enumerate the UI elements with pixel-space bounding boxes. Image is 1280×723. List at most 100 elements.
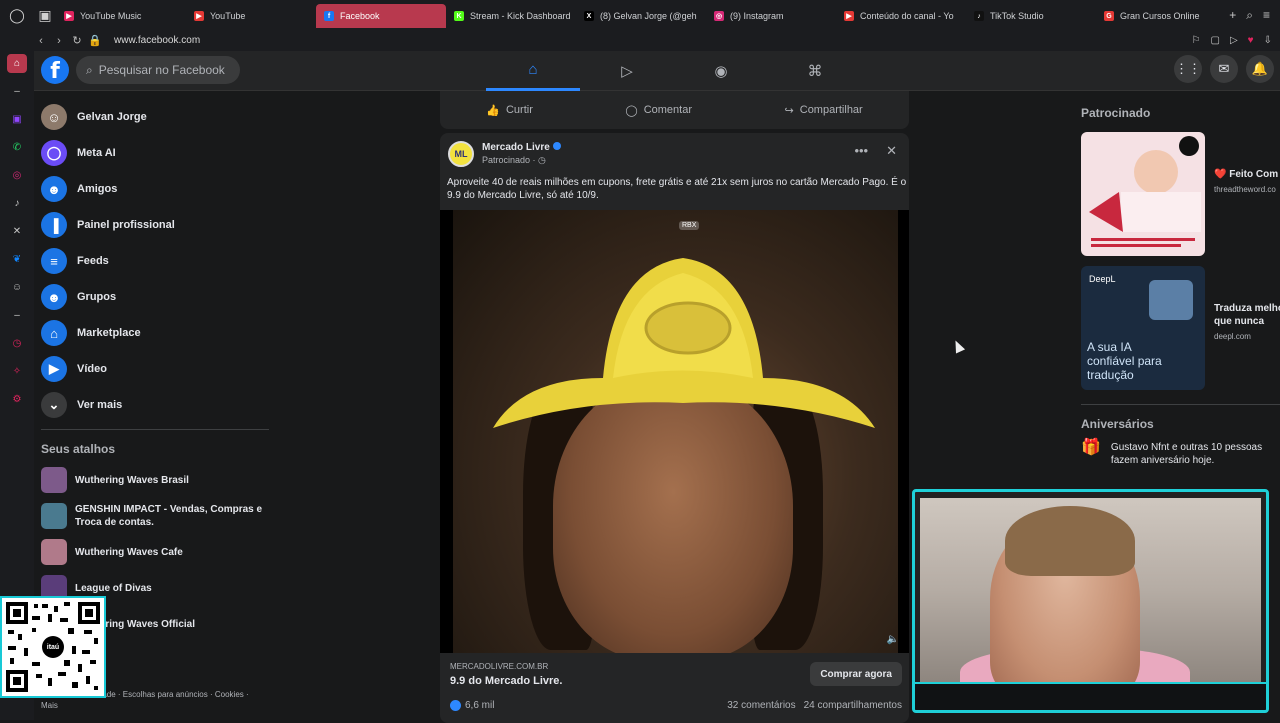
facebook-logo[interactable]: f [41, 56, 69, 84]
comment-button[interactable]: ◯ Comentar [625, 104, 692, 117]
sidebar-item-label: Vídeo [77, 363, 107, 375]
sidebar-item[interactable]: ▐ Painel profissional [34, 207, 274, 243]
url-field[interactable]: www.facebook.com [114, 35, 200, 46]
shortcut-label: League of Divas [75, 582, 152, 594]
shortcut-label: Wuthering Waves Brasil [75, 474, 189, 486]
comment-label: Comentar [643, 104, 692, 116]
tab-video[interactable]: ▷ [580, 51, 674, 91]
extensions-icon[interactable]: ✧ [7, 362, 27, 381]
settings-icon[interactable]: ⚙ [7, 390, 27, 409]
shortcut-item[interactable]: GENSHIN IMPACT - Vendas, Compras e Troca… [34, 498, 274, 534]
advertiser-avatar[interactable]: ML [448, 141, 474, 167]
sponsored-ad-1[interactable]: ❤️ Feito Com ❤️ threadtheword.co [1081, 132, 1280, 260]
post-stats: 6,6 mil 32 comentários 24 compartilhamen… [450, 700, 902, 711]
back-icon[interactable]: ‹ [32, 35, 50, 47]
sidebar-item[interactable]: ≡ Feeds [34, 243, 274, 279]
share-button[interactable]: ↪ Compartilhar [785, 104, 863, 117]
share-count[interactable]: 24 compartilhamentos [804, 700, 902, 711]
sidebar-separator: – [14, 310, 20, 321]
deepl-tagline: A sua IA confiável para tradução [1087, 340, 1162, 382]
mute-icon[interactable]: 🔈 [887, 634, 899, 645]
sidebar-item-label: Marketplace [77, 327, 141, 339]
browser-tab[interactable]: ◎ (9) Instagram [706, 4, 836, 28]
browser-tab[interactable]: X (8) Gelvan Jorge (@geh [576, 4, 706, 28]
tab-label: YouTube [210, 11, 246, 21]
sidebar-item-label: Ver mais [77, 399, 123, 411]
like-button[interactable]: 👍 Curtir [486, 104, 533, 117]
bluesky-icon[interactable]: ❦ [7, 250, 27, 269]
sponsored-title: Patrocinado [1081, 106, 1151, 120]
mouse-cursor [950, 338, 966, 354]
browser-tab[interactable]: K Stream - Kick Dashboard [446, 4, 576, 28]
heart-icon[interactable]: ♥ [1248, 35, 1254, 46]
home-icon[interactable]: ⌂ [7, 54, 27, 73]
instagram-icon[interactable]: ◎ [7, 166, 27, 185]
sidebar-item[interactable]: ☻ Amigos [34, 171, 274, 207]
birthday-item[interactable]: 🎁 Gustavo Nfnt e outras 10 pessoas fazem… [1081, 440, 1280, 467]
deepl-brand: DeepL [1089, 274, 1116, 284]
advertiser-name[interactable]: Mercado Livre [482, 142, 550, 153]
menu-icon[interactable]: ≡ [1263, 8, 1270, 23]
groups-icon: ☻ [41, 284, 67, 310]
messenger-icon[interactable]: ✉ [1210, 55, 1238, 83]
shortcut-thumbnail [41, 467, 67, 493]
browser-tab[interactable]: ▶ YouTube [186, 4, 316, 28]
browser-tab[interactable]: G Gran Cursos Online [1096, 4, 1226, 28]
comment-icon: ◯ [625, 104, 638, 117]
sidebar-item[interactable]: ⌂ Marketplace [34, 315, 274, 351]
verified-badge-icon [552, 142, 561, 150]
tab-favicon-icon: X [584, 11, 594, 21]
new-tab-icon[interactable]: + [1229, 8, 1236, 23]
meta-ai-icon: ◯ [41, 140, 67, 166]
sidebar-item[interactable]: ☺ Gelvan Jorge [34, 99, 274, 135]
twitch-icon[interactable]: ▣ [7, 110, 27, 129]
bookmark-icon[interactable]: ⚐ [1192, 35, 1201, 46]
sponsored-ad-2[interactable]: DeepL A sua IA confiável para tradução T… [1081, 266, 1280, 394]
search-tabs-icon[interactable]: ⌕ [1246, 8, 1253, 23]
player-icon[interactable]: ▷ [1230, 35, 1238, 46]
browser-tab-bar: ◯ ▣ ▶ YouTube Music ▶ YouTube f Facebook K Stre… [0, 0, 1280, 30]
link-preview[interactable]: MERCADOLIVRE.COM.BR 9.9 do Mercado Livre… [440, 653, 909, 697]
divider [1081, 404, 1280, 405]
sidebar-item-label: Painel profissional [77, 219, 175, 231]
sidebar-item[interactable]: ◯ Meta AI [34, 135, 274, 171]
discord-icon[interactable]: ☺ [7, 278, 27, 297]
x-icon[interactable]: ✕ [7, 222, 27, 241]
tiktok-icon[interactable]: ♪ [7, 194, 27, 213]
history-icon[interactable]: ◷ [7, 334, 27, 353]
sidebar-item[interactable]: ⌄ Ver mais [34, 387, 274, 423]
facebook-header: f ⌕ Pesquisar no Facebook ⌂ ▷ ◉ ⌘ ⋮⋮ ✉ 🔔 [34, 51, 1280, 91]
tab-home[interactable]: ⌂ [486, 51, 580, 91]
shortcut-item[interactable]: Wuthering Waves Brasil [34, 462, 274, 498]
browser-tab[interactable]: ♪ TikTok Studio [966, 4, 1096, 28]
shortcut-item[interactable]: Wuthering Waves Cafe [34, 534, 274, 570]
tab-menu-icon[interactable]: ▣ [34, 0, 56, 30]
forward-icon[interactable]: › [50, 35, 68, 47]
reaction-count[interactable]: 6,6 mil [465, 700, 494, 711]
post-video[interactable]: RBX 🔈 [440, 210, 909, 653]
browser-tab[interactable]: ▶ Conteúdo do canal - Yo [836, 4, 966, 28]
sidebar-item[interactable]: ☻ Grupos [34, 279, 274, 315]
post-subtitle: Patrocinado · ◷ [482, 155, 546, 165]
chevron-down-icon: ⌄ [41, 392, 67, 418]
opera-logo-icon[interactable]: ◯ [0, 0, 34, 30]
sidebar-item[interactable]: ▶ Vídeo [34, 351, 274, 387]
snapshot-icon[interactable]: ▢ [1211, 35, 1220, 46]
whatsapp-icon[interactable]: ✆ [7, 138, 27, 157]
close-icon[interactable]: ✕ [886, 143, 897, 159]
notifications-icon[interactable]: 🔔 [1246, 55, 1274, 83]
tab-label: Facebook [340, 11, 380, 21]
download-icon[interactable]: ⇩ [1264, 35, 1272, 46]
tab-profile[interactable]: ◉ [674, 51, 768, 91]
more-options-icon[interactable]: ••• [854, 143, 868, 159]
menu-grid-icon[interactable]: ⋮⋮ [1174, 55, 1202, 83]
reload-icon[interactable]: ↻ [68, 34, 86, 47]
tab-label: Stream - Kick Dashboard [470, 11, 571, 21]
tab-gaming[interactable]: ⌘ [768, 51, 862, 91]
shop-now-button[interactable]: Comprar agora [810, 662, 902, 686]
search-input[interactable]: ⌕ Pesquisar no Facebook [76, 56, 240, 84]
browser-tab[interactable]: f Facebook [316, 4, 446, 28]
browser-tab[interactable]: ▶ YouTube Music [56, 4, 186, 28]
comment-count[interactable]: 32 comentários [727, 700, 795, 711]
tab-favicon-icon: G [1104, 11, 1114, 21]
